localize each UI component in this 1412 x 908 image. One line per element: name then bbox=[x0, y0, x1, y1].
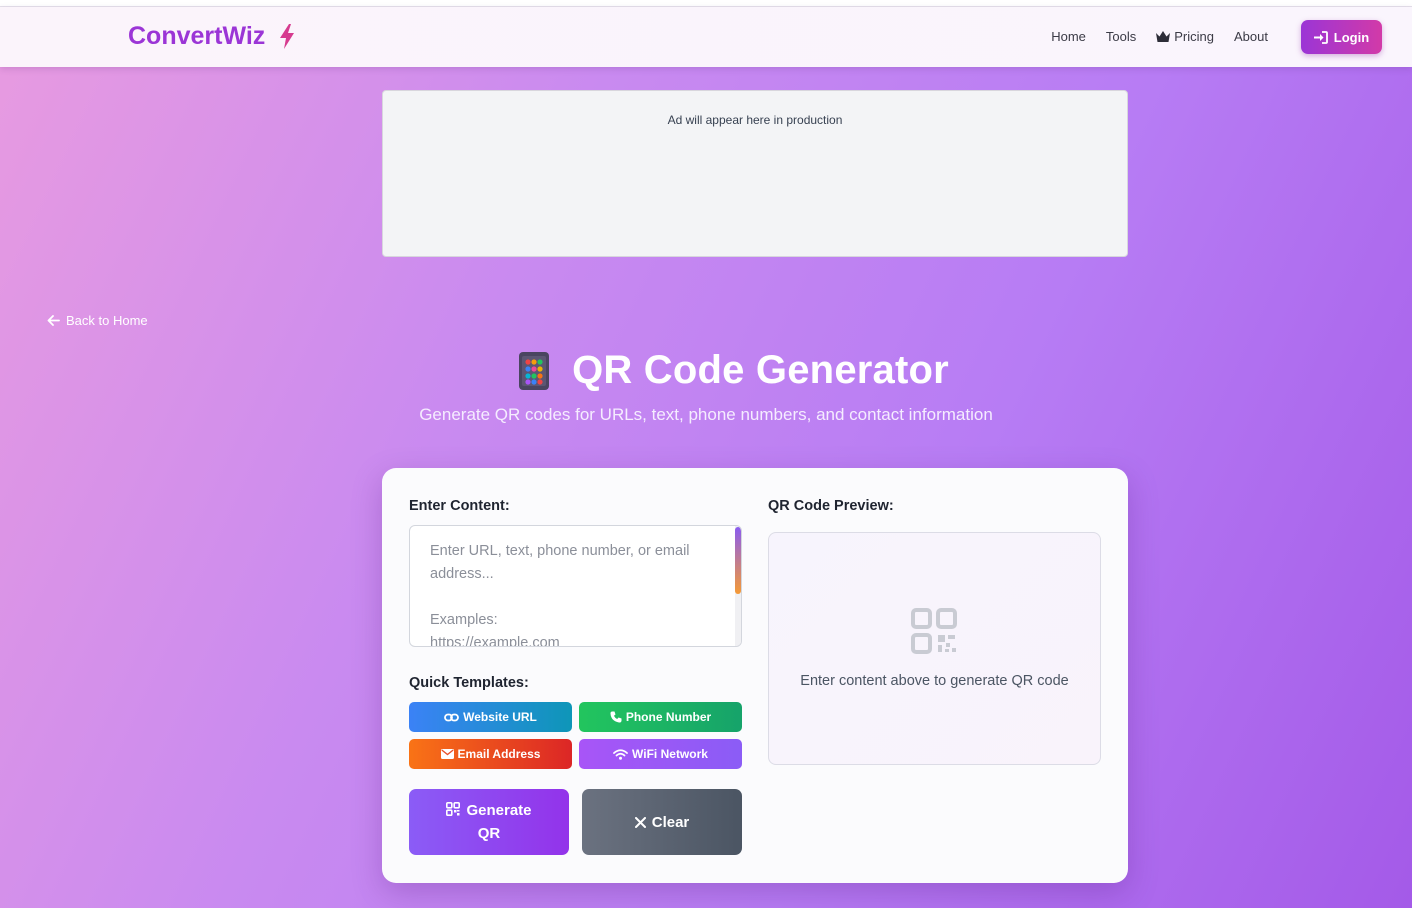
textarea-scrollbar[interactable] bbox=[735, 526, 741, 646]
login-button[interactable]: Login bbox=[1301, 20, 1382, 54]
templates-label: Quick Templates: bbox=[409, 675, 529, 691]
lightning-icon bbox=[280, 24, 295, 49]
top-border bbox=[0, 0, 1412, 7]
nav-links: Home Tools Pricing About bbox=[1051, 29, 1268, 44]
sign-in-icon bbox=[1313, 30, 1328, 44]
template-website-url-label: Website URL bbox=[463, 710, 537, 724]
qrcode-icon bbox=[446, 802, 461, 816]
template-wifi-network-button[interactable]: WiFi Network bbox=[579, 739, 742, 769]
page-header: QR Code Generator bbox=[0, 348, 1412, 393]
back-to-home-link[interactable]: Back to Home bbox=[47, 313, 148, 328]
login-label: Login bbox=[1333, 29, 1370, 45]
generate-label: Generate QR bbox=[466, 802, 532, 842]
nav-home[interactable]: Home bbox=[1051, 29, 1086, 44]
nav-pricing[interactable]: Pricing bbox=[1156, 29, 1214, 44]
envelope-icon bbox=[440, 749, 454, 759]
template-phone-number-button[interactable]: Phone Number bbox=[579, 702, 742, 732]
nav-tools-label: Tools bbox=[1105, 29, 1137, 44]
nav-tools[interactable]: Tools bbox=[1106, 29, 1136, 44]
page-subtitle: Generate QR codes for URLs, text, phone … bbox=[419, 405, 993, 424]
crown-icon bbox=[1156, 31, 1171, 42]
ad-placeholder: Ad will appear here in production bbox=[382, 90, 1128, 257]
link-icon bbox=[444, 713, 459, 721]
content-placeholder: Enter URL, text, phone number, or email … bbox=[430, 543, 690, 647]
template-email-address-button[interactable]: Email Address bbox=[409, 739, 572, 769]
close-icon bbox=[634, 816, 646, 828]
arrow-left-icon bbox=[47, 315, 60, 326]
navbar: ConvertWiz Home Tools Pricing About Logi… bbox=[0, 7, 1412, 67]
clear-label: Clear bbox=[651, 813, 690, 831]
content-label: Enter Content: bbox=[409, 498, 510, 514]
nav-home-label: Home bbox=[1051, 29, 1086, 44]
qr-preview-panel: Enter content above to generate QR code bbox=[768, 532, 1101, 765]
preview-label: QR Code Preview: bbox=[768, 498, 894, 514]
abacus-icon bbox=[519, 351, 550, 390]
preview-empty-text: Enter content above to generate QR code bbox=[800, 673, 1069, 689]
page-title: QR Code Generator bbox=[572, 348, 949, 392]
generator-card: Enter Content: Enter URL, text, phone nu… bbox=[382, 468, 1128, 883]
generate-button-content: Generate QR bbox=[439, 799, 539, 845]
clear-button[interactable]: Clear bbox=[582, 789, 742, 855]
nav-about-label: About bbox=[1234, 29, 1268, 44]
phone-icon bbox=[610, 711, 622, 723]
wifi-icon bbox=[613, 748, 628, 760]
template-phone-number-label: Phone Number bbox=[625, 710, 712, 724]
content-textarea[interactable]: Enter URL, text, phone number, or email … bbox=[409, 525, 742, 647]
brand-name: ConvertWiz bbox=[128, 22, 266, 50]
ad-text: Ad will appear here in production bbox=[667, 113, 843, 127]
back-link-label: Back to Home bbox=[66, 313, 148, 328]
nav-pricing-label: Pricing bbox=[1174, 29, 1215, 44]
qrcode-placeholder-icon bbox=[911, 608, 957, 654]
generate-qr-button[interactable]: Generate QR bbox=[409, 789, 569, 855]
brand-logo[interactable]: ConvertWiz bbox=[128, 22, 295, 51]
template-website-url-button[interactable]: Website URL bbox=[409, 702, 572, 732]
scrollbar-thumb[interactable] bbox=[735, 527, 741, 594]
nav-about[interactable]: About bbox=[1234, 29, 1268, 44]
template-email-address-label: Email Address bbox=[457, 747, 541, 761]
template-wifi-network-label: WiFi Network bbox=[632, 747, 708, 761]
